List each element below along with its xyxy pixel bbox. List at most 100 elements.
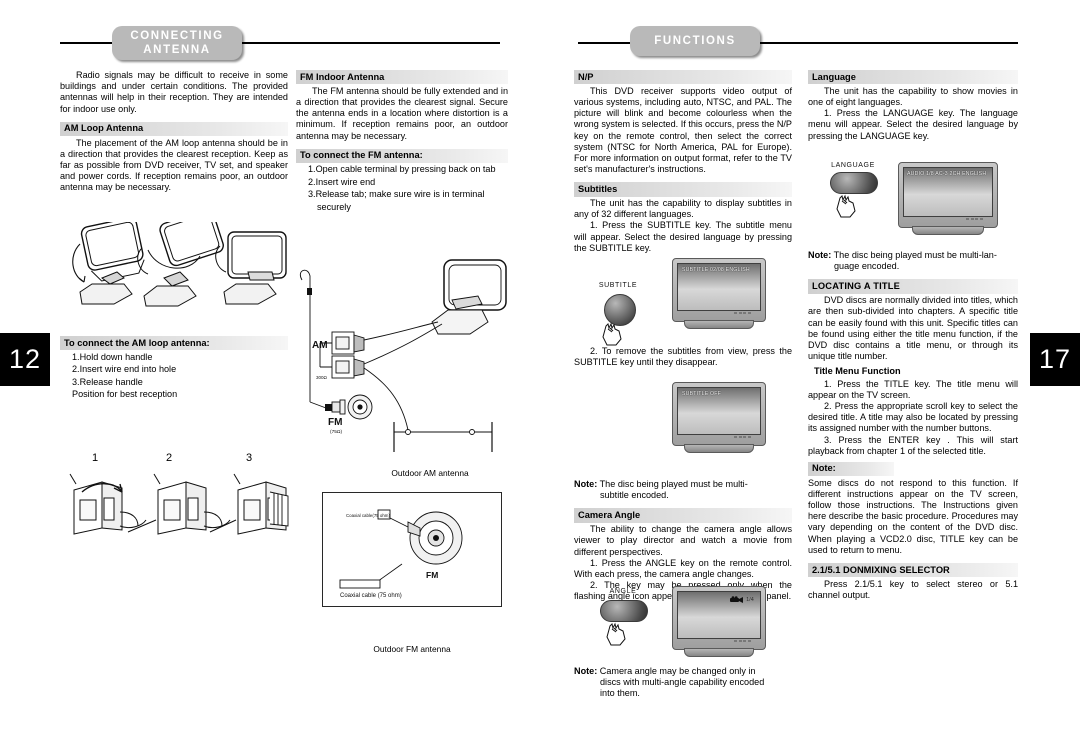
list-item: 1.Open cable terminal by pressing back o… <box>308 164 496 175</box>
right-column-2b: Note: The disc being played must be mult… <box>808 250 1018 601</box>
camera-angle-note: Note: Camera angle may be changed only i… <box>574 666 792 700</box>
right-column-1: N/P This DVD receiver supports video out… <box>574 70 792 254</box>
tv-stand <box>912 226 984 235</box>
step-label-2: 2 <box>165 452 173 464</box>
list-item: 1.Hold down handle <box>72 351 153 362</box>
subtitles-body-2: 1. Press the SUBTITLE key. The subtitle … <box>574 220 792 253</box>
title-menu-function-subheading: Title Menu Function <box>814 366 901 377</box>
right-column-2: Language The unit has the capability to … <box>808 70 1018 142</box>
svg-text:FM: FM <box>328 417 342 428</box>
right-column-1c: Note: The disc being played must be mult… <box>574 474 792 603</box>
title-menu-step-3: 3. Press the ENTER key . This will start… <box>808 434 1018 456</box>
svg-text:Coaxial cable(75 ohm): Coaxial cable(75 ohm) <box>346 513 390 518</box>
svg-text:Coaxial cable (75 ohm): Coaxial cable (75 ohm) <box>340 593 402 599</box>
left-column-1: Radio signals may be difficult to receiv… <box>60 70 288 194</box>
angle-key-button[interactable] <box>600 600 648 622</box>
osd-subtitle-off: SUBTITLE OFF <box>682 391 722 397</box>
tv-illustration-subtitle-off: SUBTITLE OFF <box>672 382 766 462</box>
tv-vents <box>966 218 983 220</box>
tv-illustration-angle: 1/4 <box>672 586 766 666</box>
tv-screen: 1/4 <box>677 591 761 639</box>
locating-title-body: DVD discs are normally divided into titl… <box>808 295 1018 362</box>
svg-text:(75Ω): (75Ω) <box>330 429 343 435</box>
camera-angle-body-1: The ability to change the camera angle a… <box>574 524 792 557</box>
language-body-1: The unit has the capability to show movi… <box>808 85 1018 107</box>
tv-vents <box>734 436 751 438</box>
list-item: 2.Insert wire end <box>308 176 376 187</box>
right-column-1d: Note: Camera angle may be changed only i… <box>574 666 792 700</box>
antenna-wiring-diagram: AM 300Ω FM (75Ω) <box>292 252 532 452</box>
note-label: Note: <box>574 479 598 489</box>
am-terminal-steps-illustration <box>62 468 292 578</box>
intro-paragraph: Radio signals may be difficult to receiv… <box>60 70 288 114</box>
banner-title-line2: ANTENNA <box>143 44 211 56</box>
osd-audio-language: AUDIO 1/8 AC-3 2CH ENGLISH <box>907 171 987 177</box>
am-loop-antenna-illustration <box>62 209 292 332</box>
page-number-right: 17 <box>1030 333 1080 386</box>
tv-stand <box>684 648 754 657</box>
language-key-button[interactable] <box>830 172 878 194</box>
banner-pill-left: CONNECTING ANTENNA <box>112 26 242 60</box>
outdoor-fm-diagram: Coaxial cable(75 ohm) FM Coaxial cable (… <box>322 492 502 642</box>
note-label: Note: <box>574 666 598 676</box>
fm-connect-heading: To connect the FM antenna: <box>296 148 508 163</box>
tv-stand <box>684 444 754 453</box>
tv-stand <box>684 320 754 329</box>
banner-title-line1: CONNECTING <box>130 30 224 42</box>
svg-text:AM: AM <box>312 340 328 351</box>
note-line-2: guage encoded. <box>834 261 900 272</box>
subtitles-body-1: The unit has the capability to display s… <box>574 198 792 220</box>
manual-spread: 1 2 17 CONNECTING ANTENNA Radio signals m… <box>0 0 1080 732</box>
locating-title-heading: LOCATING A TITLE <box>808 279 1018 294</box>
list-item: 2.Insert wire end into hole <box>72 364 177 375</box>
angle-indicator: 1/4 <box>730 596 754 603</box>
list-item: securely <box>308 202 508 213</box>
tv-vents <box>734 312 751 314</box>
note-line-1: Camera angle may be changed only in <box>599 666 756 676</box>
pointing-hand-icon <box>604 622 632 653</box>
note-line-1: The disc being played must be multi-lan- <box>833 250 997 260</box>
camera-icon <box>730 596 744 603</box>
language-key-label: LANGUAGE <box>831 162 875 169</box>
step-label-3: 3 <box>245 452 253 464</box>
title-menu-step-1: 1. Press the TITLE key. The title menu w… <box>808 378 1018 400</box>
step-label-1: 1 <box>91 452 99 464</box>
am-loop-body: The placement of the AM loop antenna sho… <box>60 137 288 193</box>
left-chapter-banner: CONNECTING ANTENNA <box>60 26 500 60</box>
osd-angle-number: 1/4 <box>746 596 754 603</box>
pointing-hand-icon <box>834 194 862 225</box>
note-line-3: into them. <box>600 688 640 699</box>
right-chapter-banner: FUNCTIONS <box>578 26 1018 60</box>
subtitles-heading: Subtitles <box>574 182 792 197</box>
left-column-3: FM Indoor Antenna The FM antenna should … <box>296 70 508 214</box>
tv-vents <box>734 640 751 642</box>
locating-title-note-body: Some discs do not respond to this functi… <box>808 477 1018 555</box>
language-heading: Language <box>808 70 1018 85</box>
am-loop-heading: AM Loop Antenna <box>60 121 288 137</box>
language-note: Note: The disc being played must be mult… <box>808 250 1018 272</box>
downmixing-body: Press 2.1/5.1 key to select stereo or 5.… <box>808 578 1018 600</box>
note-label: Note: <box>808 250 832 260</box>
camera-angle-body-2: 1. Press the ANGLE key on the remote con… <box>574 557 792 579</box>
tv-screen: AUDIO 1/8 AC-3 2CH ENGLISH <box>903 167 993 217</box>
osd-subtitle-language: SUBTITLE 02/08 ENGLISH <box>682 267 750 273</box>
list-item-continuation: securely <box>317 201 351 212</box>
np-body: This DVD receiver supports video output … <box>574 85 792 175</box>
list-item: Position for best reception <box>72 388 178 399</box>
tv-illustration-subtitle: SUBTITLE 02/08 ENGLISH <box>672 258 766 338</box>
banner-title-right: FUNCTIONS <box>654 35 736 47</box>
subtitles-body-3: 2. To remove the subtitles from view, pr… <box>574 346 792 368</box>
tv-screen: SUBTITLE 02/08 ENGLISH <box>677 263 761 311</box>
title-menu-step-2: 2. Press the appropriate scroll key to s… <box>808 400 1018 434</box>
right-column-1b: 2. To remove the subtitles from view, pr… <box>574 346 792 368</box>
list-item: 3.Release tab; make sure wire is in term… <box>308 189 485 200</box>
locating-title-note-heading: Note: <box>808 461 894 477</box>
note-line-1: The disc being played must be multi- <box>599 479 748 489</box>
subtitle-key-label: SUBTITLE <box>598 282 638 289</box>
am-connect-heading: To connect the AM loop antenna: <box>60 336 288 351</box>
left-column-2: To connect the AM loop antenna: 1.Hold d… <box>60 336 288 401</box>
list-item: 3.Release handle <box>72 376 143 387</box>
svg-text:FM: FM <box>426 570 438 580</box>
language-body-2: 1. Press the LANGUAGE key. The language … <box>808 108 1018 141</box>
np-heading: N/P <box>574 70 792 85</box>
